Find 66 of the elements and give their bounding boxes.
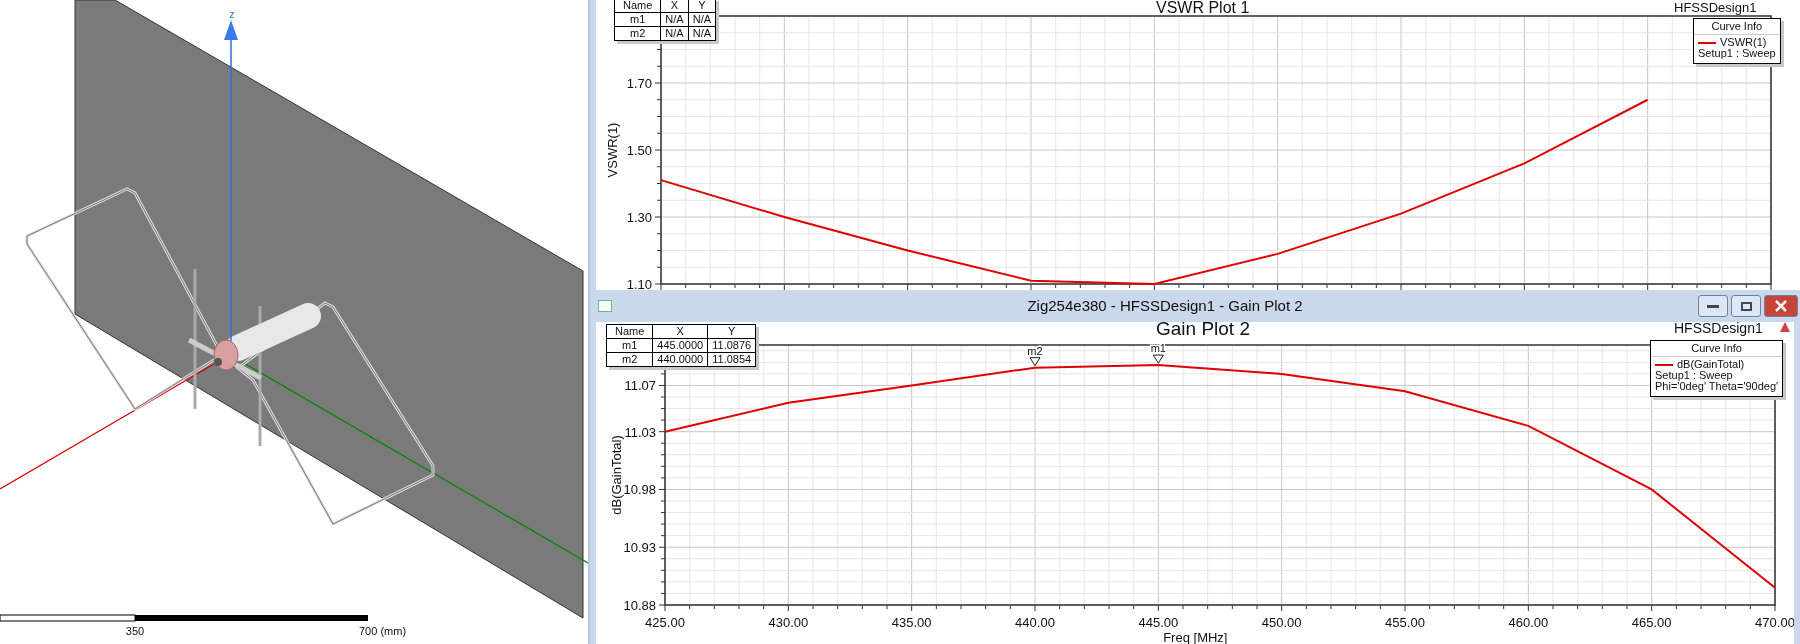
column-header: X [660, 0, 689, 13]
axis-title: VSWR(1) [605, 122, 620, 178]
minimize-button[interactable] [1698, 295, 1728, 317]
column-header: X [652, 324, 708, 339]
table-cell: m2 [614, 26, 661, 41]
tick-label: 460.00 [1508, 615, 1549, 630]
axis-title: Freq [MHz] [1163, 630, 1228, 644]
legend-text: Setup1 : Sweep [1654, 370, 1733, 381]
tick-label: 1.50 [626, 143, 652, 158]
table-cell: 440.0000 [652, 352, 708, 367]
tick-label: 445.00 [1138, 615, 1179, 630]
tick-label: 1.30 [626, 210, 652, 225]
plot-title: Gain Plot 2 [1156, 322, 1250, 340]
design-name: HFSSDesign1 [1674, 322, 1763, 336]
tick-label: 10.93 [623, 540, 656, 556]
legend-title: Curve Info [1694, 19, 1780, 35]
tick-label: 425.00 [645, 615, 685, 630]
tick-label: 1.10 [626, 277, 652, 290]
window-title: Zig254e380 - HFSSDesign1 - Gain Plot 2 [1026, 295, 1304, 316]
column-header: Y [707, 324, 756, 339]
legend-title: Curve Info [1651, 341, 1783, 357]
tick-label: 450.00 [1261, 615, 1302, 630]
table-cell: N/A [688, 12, 716, 27]
legend-text: Setup1 : Sweep [1697, 48, 1777, 59]
tick-label: 10.98 [623, 482, 656, 498]
tick-label: 11.07 [624, 378, 656, 394]
column-header: Y [688, 0, 716, 13]
table-cell: N/A [660, 26, 689, 41]
scale-label: 350 [125, 625, 145, 637]
legend-line-icon [1655, 363, 1673, 366]
axis-title: dB(GainTotal) [609, 435, 624, 515]
window-icon [598, 300, 612, 312]
legend-line-icon [1698, 41, 1716, 44]
legend-label: dB(GainTotal) [1677, 359, 1745, 370]
tick-label: 430.00 [768, 615, 809, 630]
tick-label: 470.00 [1755, 615, 1794, 630]
marker-label: m2 [1027, 344, 1043, 357]
tick-label: 435.00 [891, 615, 932, 630]
legend-label: VSWR(1) [1720, 37, 1767, 48]
maximize-button[interactable] [1731, 295, 1761, 317]
table-cell: 445.0000 [652, 338, 708, 353]
tick-label: 455.00 [1385, 615, 1425, 630]
table-cell: m1 [606, 338, 653, 353]
marker-triangle-icon [1029, 357, 1041, 367]
table-cell: 11.0854 [707, 352, 756, 367]
column-header: Name [614, 0, 661, 13]
table-cell: m2 [606, 352, 653, 367]
column-header: Name [606, 324, 653, 339]
triangle-mark-icon [1780, 322, 1790, 332]
table-cell: m1 [614, 12, 661, 27]
marker-triangle-icon [1152, 354, 1164, 364]
design-name: HFSSDesign1 [1674, 0, 1757, 15]
close-icon [1775, 300, 1787, 312]
scale-label: 700 (mm) [359, 625, 407, 637]
tick-label: 1.70 [626, 76, 652, 91]
table-cell: 11.0876 [707, 338, 756, 353]
legend-text: Phi='0deg' Theta='90deg' [1654, 381, 1780, 392]
tick-label: 10.88 [623, 598, 656, 613]
close-button[interactable] [1764, 295, 1798, 317]
tick-label: 465.00 [1631, 615, 1672, 630]
tick-label: 11.03 [624, 424, 656, 440]
axis-label: z [229, 9, 235, 20]
table-cell: N/A [660, 12, 689, 27]
table-cell: N/A [688, 26, 716, 41]
tick-label: 440.00 [1015, 615, 1055, 630]
plot-title: VSWR Plot 1 [1156, 0, 1250, 16]
